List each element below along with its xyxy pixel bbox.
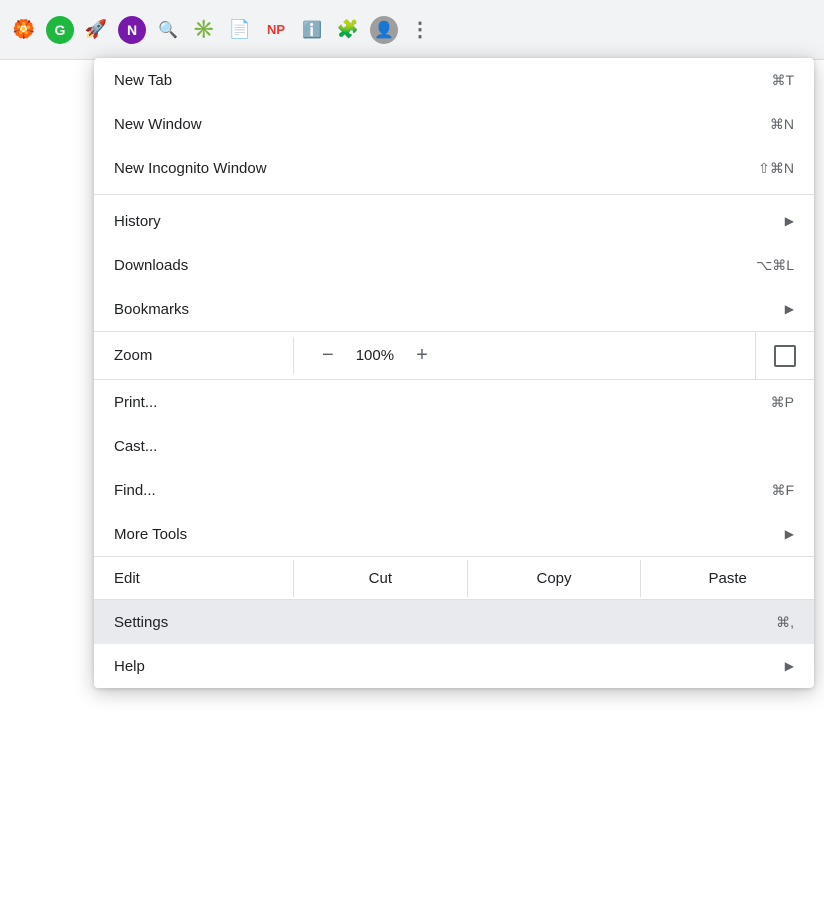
- bookmarks-arrow-icon: ▶: [785, 302, 794, 316]
- zoom-label: Zoom: [94, 337, 294, 374]
- new-tab-shortcut: ⌘T: [771, 72, 794, 89]
- settings-label: Settings: [114, 614, 168, 631]
- find-shortcut: ⌘F: [771, 482, 794, 499]
- star-icon[interactable]: 🏵️: [10, 16, 38, 44]
- cut-button[interactable]: Cut: [294, 560, 468, 597]
- find-item[interactable]: Find... ⌘F: [94, 468, 814, 512]
- avatar-icon[interactable]: 👤: [370, 16, 398, 44]
- info-icon[interactable]: ℹ️: [298, 16, 326, 44]
- document-icon[interactable]: 📄: [226, 16, 254, 44]
- new-tab-item[interactable]: New Tab ⌘T: [94, 58, 814, 102]
- print-shortcut: ⌘P: [771, 394, 794, 411]
- zoom-out-button[interactable]: −: [314, 342, 342, 369]
- onenote-icon[interactable]: N: [118, 16, 146, 44]
- history-label: History: [114, 213, 161, 230]
- zoom-controls: − 100% +: [294, 332, 756, 379]
- zoom-row: Zoom − 100% +: [94, 331, 814, 380]
- np-icon[interactable]: NP: [262, 16, 290, 44]
- bookmarks-item[interactable]: Bookmarks ▶: [94, 287, 814, 331]
- history-item[interactable]: History ▶: [94, 199, 814, 243]
- zoom-value: 100%: [356, 347, 394, 364]
- paste-button[interactable]: Paste: [641, 560, 814, 597]
- settings-shortcut: ⌘,: [776, 614, 794, 631]
- edit-label: Edit: [94, 560, 294, 597]
- new-tab-label: New Tab: [114, 72, 172, 89]
- cast-label: Cast...: [114, 438, 157, 455]
- new-window-shortcut: ⌘N: [770, 116, 794, 133]
- new-window-item[interactable]: New Window ⌘N: [94, 102, 814, 146]
- downloads-shortcut: ⌥⌘L: [756, 257, 794, 274]
- search-icon[interactable]: 🔍: [154, 16, 182, 44]
- more-tools-arrow-icon: ▶: [785, 527, 794, 541]
- history-arrow-icon: ▶: [785, 214, 794, 228]
- more-menu-button[interactable]: ⋮: [406, 16, 434, 44]
- puzzle-icon[interactable]: 🧩: [334, 16, 362, 44]
- find-label: Find...: [114, 482, 156, 499]
- new-incognito-label: New Incognito Window: [114, 160, 267, 177]
- downloads-item[interactable]: Downloads ⌥⌘L: [94, 243, 814, 287]
- grammarly-icon[interactable]: G: [46, 16, 74, 44]
- print-label: Print...: [114, 394, 157, 411]
- browser-toolbar: 🏵️ G 🚀 N 🔍 ✳️ 📄 NP ℹ️ 🧩 👤 ⋮: [0, 0, 824, 60]
- edit-row: Edit Cut Copy Paste: [94, 556, 814, 600]
- help-item[interactable]: Help ▶: [94, 644, 814, 688]
- new-incognito-item[interactable]: New Incognito Window ⇧⌘N: [94, 146, 814, 190]
- cast-item[interactable]: Cast...: [94, 424, 814, 468]
- bookmarks-label: Bookmarks: [114, 301, 189, 318]
- downloads-label: Downloads: [114, 257, 188, 274]
- rocket-icon[interactable]: 🚀: [82, 16, 110, 44]
- asterisk-icon[interactable]: ✳️: [190, 16, 218, 44]
- new-window-label: New Window: [114, 116, 202, 133]
- new-incognito-shortcut: ⇧⌘N: [758, 160, 794, 177]
- chrome-dropdown-menu: New Tab ⌘T New Window ⌘N New Incognito W…: [94, 58, 814, 688]
- copy-button[interactable]: Copy: [468, 560, 642, 597]
- print-item[interactable]: Print... ⌘P: [94, 380, 814, 424]
- zoom-in-button[interactable]: +: [408, 342, 436, 369]
- fullscreen-icon: [774, 345, 796, 367]
- divider-1: [94, 194, 814, 195]
- help-label: Help: [114, 658, 145, 675]
- more-tools-label: More Tools: [114, 526, 187, 543]
- fullscreen-button[interactable]: [756, 335, 814, 377]
- more-tools-item[interactable]: More Tools ▶: [94, 512, 814, 556]
- help-arrow-icon: ▶: [785, 659, 794, 673]
- settings-item[interactable]: Settings ⌘,: [94, 600, 814, 644]
